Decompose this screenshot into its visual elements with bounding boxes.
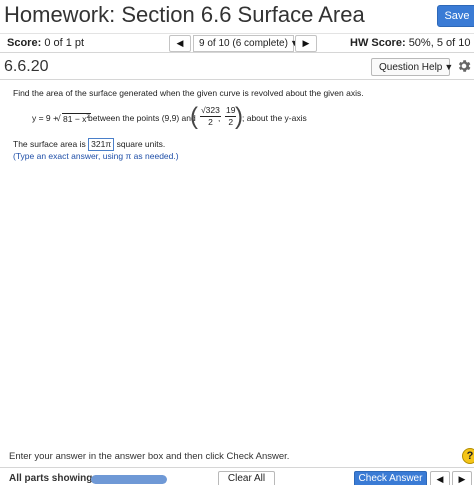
- footer-next-button[interactable]: ▶: [452, 471, 472, 485]
- curve-lhs: y = 9 +: [32, 113, 58, 123]
- question-prompt: Find the area of the surface generated w…: [13, 88, 364, 98]
- answer-suffix: square units.: [116, 139, 166, 149]
- question-help-label: Question Help: [379, 62, 443, 73]
- hw-score: HW Score: 50%, 5 of 10 pts: [350, 37, 474, 49]
- footer-previous-button[interactable]: ◀: [430, 471, 450, 485]
- save-button[interactable]: Save: [437, 5, 474, 27]
- check-answer-button[interactable]: Check Answer: [354, 471, 427, 485]
- answer-line: The surface area is 321π square units.: [13, 138, 165, 151]
- score-label: Score:: [7, 37, 42, 49]
- clear-all-button[interactable]: Clear All: [218, 471, 275, 485]
- sqrt-radicand-text: 81 − x: [63, 114, 87, 124]
- hw-score-value: 50%, 5 of 10 pts: [408, 37, 474, 49]
- instruction-text: Enter your answer in the answer box and …: [9, 451, 290, 462]
- score: Score: 0 of 1 pt: [7, 37, 84, 49]
- score-value: 0 of 1 pt: [44, 37, 85, 49]
- question-header: 6.6.20 Question Help ▼: [0, 54, 474, 80]
- paren-open: (: [190, 103, 198, 130]
- axis-text: ; about the y-axis: [242, 113, 307, 123]
- sqrt-radicand: 81 − x2: [62, 113, 91, 124]
- question-selector[interactable]: 9 of 10 (6 complete)▼: [193, 35, 299, 52]
- score-bar: Score: 0 of 1 pt ◀ 9 of 10 (6 complete)▼…: [0, 33, 474, 53]
- question-selector-label: 9 of 10 (6 complete): [199, 38, 288, 49]
- sqrt-symbol: √: [56, 113, 61, 123]
- all-parts-label: All parts showing: [9, 473, 93, 484]
- triangle-right-icon: ▶: [458, 474, 466, 484]
- question-help-button[interactable]: Question Help ▼: [371, 58, 454, 76]
- next-question-button[interactable]: ▶: [295, 35, 317, 52]
- hw-score-label: HW Score:: [350, 37, 406, 49]
- question-id: 6.6.20: [4, 58, 49, 75]
- help-circle-icon[interactable]: ?: [462, 448, 474, 464]
- comma: ,: [218, 113, 221, 123]
- title-bar: Homework: Section 6.6 Surface Area Save: [0, 0, 474, 33]
- answer-input[interactable]: 321π: [88, 138, 115, 151]
- parts-progress-fill: [91, 475, 167, 484]
- gear-icon[interactable]: [456, 58, 472, 74]
- parts-progress-bar: [91, 475, 167, 484]
- answer-prefix: The surface area is: [13, 139, 86, 149]
- between-text: between the points (9,9) and: [88, 113, 196, 123]
- previous-question-button[interactable]: ◀: [169, 35, 191, 52]
- triangle-right-icon: ▶: [302, 38, 310, 48]
- footer: All parts showing Clear All Check Answer…: [0, 467, 474, 485]
- chevron-down-icon: ▼: [444, 62, 454, 72]
- answer-hint: (Type an exact answer, using π as needed…: [13, 151, 179, 161]
- triangle-left-icon: ◀: [436, 474, 444, 484]
- triangle-left-icon: ◀: [176, 38, 184, 48]
- page-title: Homework: Section 6.6 Surface Area: [4, 2, 365, 27]
